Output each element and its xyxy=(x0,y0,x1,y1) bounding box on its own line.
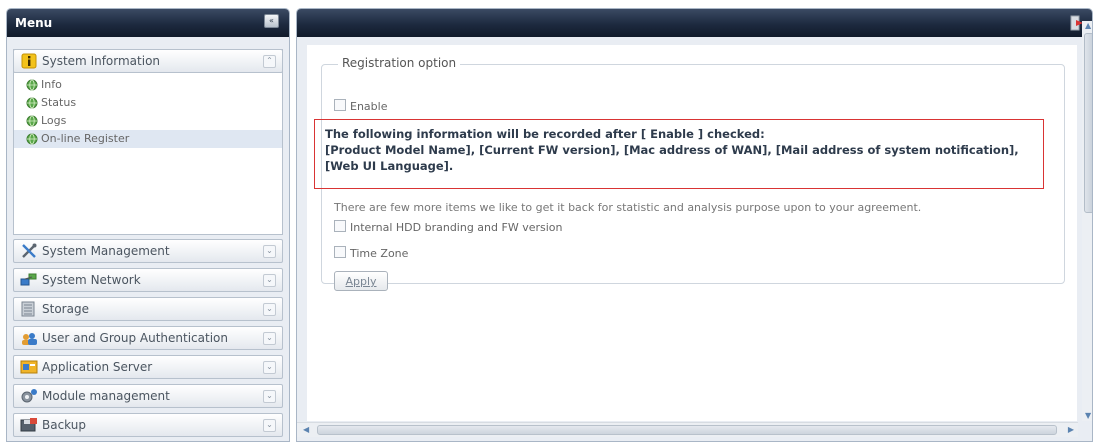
storage-icon xyxy=(21,301,35,317)
menu-group-label: User and Group Authentication xyxy=(42,331,228,345)
expand-arrow-icon[interactable]: ⌄ xyxy=(263,303,276,316)
menu-item-label: On-line Register xyxy=(41,132,130,145)
content-header xyxy=(297,9,1092,37)
content-panel: Registration option Enable The following… xyxy=(296,8,1093,442)
app-server-icon xyxy=(20,360,38,374)
hdd-branding-checkbox-row[interactable]: Internal HDD branding and FW version xyxy=(334,220,563,236)
menu-group-label: Storage xyxy=(42,302,89,316)
system-information-panel: System Information ⌃ Info Status Logs On… xyxy=(13,49,283,235)
registration-option-legend: Registration option xyxy=(338,56,461,70)
horizontal-scroll-thumb[interactable] xyxy=(317,425,1057,435)
menu-group-label: Application Server xyxy=(42,360,153,374)
menu-group-module-management[interactable]: Module management ⌄ xyxy=(13,384,283,408)
menu-item-label: Status xyxy=(41,96,77,109)
menu-item-info[interactable]: Info xyxy=(14,76,282,94)
expand-arrow-icon[interactable]: ⌄ xyxy=(263,419,276,432)
menu-group-storage[interactable]: Storage ⌄ xyxy=(13,297,283,321)
globe-icon xyxy=(26,79,38,91)
menu-item-label: Logs xyxy=(41,114,67,127)
scroll-down-icon[interactable]: ▼ xyxy=(1085,411,1091,421)
globe-icon xyxy=(26,115,38,127)
menu-panel: Menu « System Information ⌃ Info Status … xyxy=(6,8,290,442)
globe-icon xyxy=(26,133,38,145)
enable-checkbox-row[interactable]: Enable xyxy=(334,99,387,115)
expand-arrow-icon[interactable]: ⌄ xyxy=(263,361,276,374)
module-icon xyxy=(21,389,37,403)
vertical-scroll-thumb[interactable] xyxy=(1084,33,1092,213)
horizontal-scrollbar[interactable]: ◀ ▶ xyxy=(297,422,1078,437)
registration-option-fieldset: Registration option Enable The following… xyxy=(314,56,1065,291)
menu-group-system-management[interactable]: System Management ⌄ xyxy=(13,239,283,263)
menu-group-backup[interactable]: Backup ⌄ xyxy=(13,413,283,437)
scroll-left-icon[interactable]: ◀ xyxy=(303,425,309,435)
menu-group-user-group-authentication[interactable]: User and Group Authentication ⌄ xyxy=(13,326,283,350)
menu-group-label: System Management xyxy=(42,244,170,258)
expand-arrow-icon[interactable]: ⌄ xyxy=(263,274,276,287)
menu-title: Menu xyxy=(15,16,53,30)
time-zone-checkbox[interactable] xyxy=(334,246,346,258)
time-zone-checkbox-row[interactable]: Time Zone xyxy=(334,246,408,262)
backup-icon xyxy=(20,418,37,432)
scroll-right-icon[interactable]: ▶ xyxy=(1068,425,1074,435)
info-icon xyxy=(21,53,37,69)
network-icon xyxy=(20,273,37,286)
vertical-scrollbar[interactable]: ▲ ▼ xyxy=(1082,21,1092,421)
collapse-icon[interactable]: « xyxy=(264,14,279,28)
enable-checkbox[interactable] xyxy=(334,99,346,111)
tools-icon xyxy=(22,243,37,258)
globe-icon xyxy=(26,97,38,109)
menu-group-system-network[interactable]: System Network ⌄ xyxy=(13,268,283,292)
menu-group-application-server[interactable]: Application Server ⌄ xyxy=(13,355,283,379)
menu-item-online-register[interactable]: On-line Register xyxy=(14,130,282,148)
menu-group-label: Module management xyxy=(42,389,170,403)
enable-label: Enable xyxy=(350,100,388,113)
scroll-up-icon[interactable]: ▲ xyxy=(1085,21,1091,31)
hdd-branding-label: Internal HDD branding and FW version xyxy=(350,221,563,234)
menu-group-label: Backup xyxy=(42,418,86,432)
menu-item-status[interactable]: Status xyxy=(14,94,282,112)
info-line-3: [Web UI Language]. xyxy=(325,159,454,173)
menu-header: Menu « xyxy=(7,9,289,37)
users-icon xyxy=(22,333,37,345)
expand-arrow-icon[interactable]: ⌄ xyxy=(263,245,276,258)
highlight-box: The following information will be record… xyxy=(314,119,1044,189)
info-line-2: [Product Model Name], [Current FW versio… xyxy=(325,143,1019,157)
info-line-1: The following information will be record… xyxy=(325,127,765,141)
expand-arrow-icon[interactable]: ⌄ xyxy=(263,390,276,403)
expand-arrow-icon[interactable]: ⌄ xyxy=(263,332,276,345)
hdd-branding-checkbox[interactable] xyxy=(334,220,346,232)
menu-group-label: System Information xyxy=(42,54,161,68)
menu-group-system-information[interactable]: System Information ⌃ xyxy=(13,49,283,73)
statistics-note: There are few more items we like to get … xyxy=(334,201,922,214)
menu-group-label: System Network xyxy=(42,273,141,287)
time-zone-label: Time Zone xyxy=(350,247,409,260)
apply-button[interactable]: Apply xyxy=(334,271,388,291)
content-area: Registration option Enable The following… xyxy=(307,45,1077,421)
menu-item-logs[interactable]: Logs xyxy=(14,112,282,130)
collapse-arrow-icon[interactable]: ⌃ xyxy=(263,55,276,68)
menu-item-label: Info xyxy=(41,78,62,91)
